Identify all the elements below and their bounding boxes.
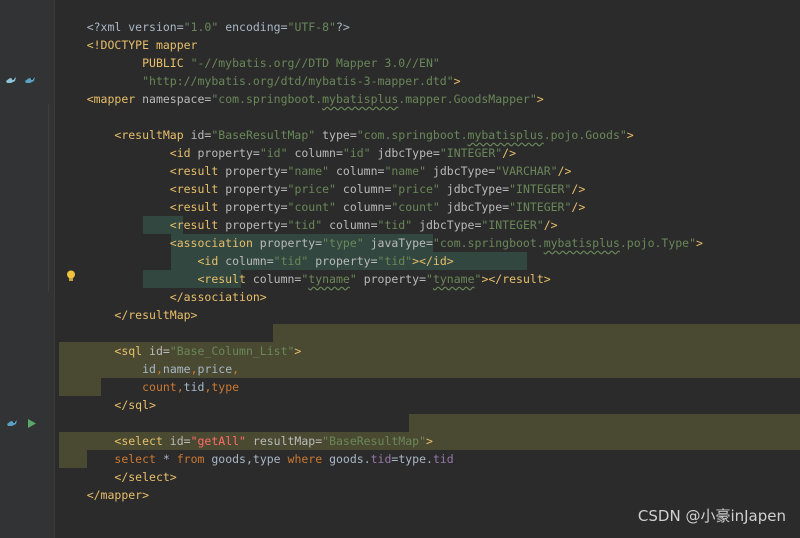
- code-line-7[interactable]: <resultMap id="BaseResultMap" type="com.…: [59, 108, 633, 142]
- code-line-4[interactable]: "http://mybatis.org/dtd/mybatis-3-mapper…: [59, 54, 461, 88]
- run-arrow-icon[interactable]: [26, 418, 38, 429]
- code-line-16[interactable]: </association>: [59, 270, 267, 304]
- code-line-20[interactable]: id,name,price,: [59, 342, 239, 376]
- code-line-27[interactable]: </mapper>: [59, 468, 149, 502]
- code-line-17[interactable]: </resultMap>: [59, 288, 197, 322]
- code-line-8[interactable]: <id property="id" column="id" jdbcType="…: [59, 126, 516, 160]
- code-line-11[interactable]: <result property="count" column="count" …: [59, 180, 585, 214]
- watermark: CSDN @小豪inJapen: [637, 507, 786, 525]
- select-block-highlight: [409, 414, 800, 432]
- sql-block-highlight: [273, 324, 800, 342]
- code-editor[interactable]: <?xml version="1.0" encoding="UTF-8"?> <…: [59, 0, 800, 538]
- mapper-bird-icon[interactable]: [6, 418, 18, 429]
- code-line-2[interactable]: <!DOCTYPE mapper: [59, 18, 198, 52]
- code-line-19[interactable]: <sql id="Base_Column_List">: [59, 324, 301, 358]
- code-line-14[interactable]: <id column="tid" property="tid"></id>: [59, 234, 453, 268]
- code-line-13[interactable]: <association property="type" javaType="c…: [59, 216, 703, 250]
- code-line-15[interactable]: <result column="tyname" property="tyname…: [59, 252, 550, 286]
- code-line-3[interactable]: PUBLIC "-//mybatis.org//DTD Mapper 3.0//…: [59, 36, 440, 70]
- fold-guide: [48, 220, 49, 290]
- mapper-bird-icon[interactable]: [24, 75, 36, 86]
- code-line-12[interactable]: <result property="tid" column="tid" jdbc…: [59, 198, 558, 232]
- code-line-26[interactable]: </select>: [59, 450, 176, 484]
- code-line-5[interactable]: <mapper namespace="com.springboot.mybati…: [59, 72, 544, 106]
- code-line-10[interactable]: <result property="price" column="price" …: [59, 162, 585, 196]
- code-line-25[interactable]: select * from goods,type where goods.tid…: [59, 432, 453, 466]
- code-line-24[interactable]: <select id="getAll" resultMap="BaseResul…: [59, 414, 433, 448]
- code-line-22[interactable]: </sql>: [59, 378, 156, 412]
- code-line-1[interactable]: <?xml version="1.0" encoding="UTF-8"?>: [59, 0, 350, 34]
- mapper-bird-icon[interactable]: [5, 75, 17, 86]
- code-line-9[interactable]: <result property="name" column="name" jd…: [59, 144, 572, 178]
- gutter-divider: [54, 0, 55, 538]
- code-line-21[interactable]: count,tid,type: [59, 360, 239, 394]
